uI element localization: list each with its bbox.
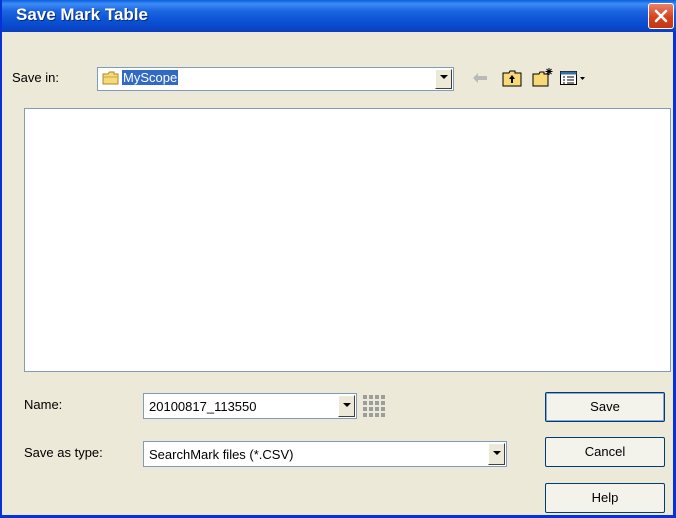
up-one-level-icon [502,70,522,87]
chevron-down-icon [343,403,351,407]
name-field-value: 20100817_113550 [149,399,257,414]
save-in-label: Save in: [12,70,59,85]
folder-icon [102,71,119,85]
dialog-title: Save Mark Table [16,5,148,24]
cancel-button[interactable]: Cancel [545,437,665,467]
keypad-grid-icon [361,393,388,420]
back-arrow-icon [473,73,487,83]
new-folder-icon [532,68,553,87]
save-as-type-dropdown-arrow[interactable] [488,443,505,465]
back-button[interactable] [472,72,488,87]
save-as-type-label: Save as type: [24,445,103,460]
save-as-type-value: SearchMark files (*.CSV) [149,447,294,462]
name-label: Name: [24,397,63,412]
chevron-down-icon [440,75,448,79]
keypad-button[interactable] [361,393,388,423]
save-in-dropdown[interactable]: MyScope [97,67,454,91]
save-in-value: MyScope [122,70,179,85]
chevron-down-icon [493,451,501,455]
file-list[interactable] [24,108,671,372]
up-one-level-button[interactable] [502,70,522,90]
help-button[interactable]: Help [545,483,665,513]
close-button[interactable] [648,3,674,29]
name-dropdown-arrow[interactable] [338,395,355,417]
close-icon [654,9,668,23]
save-as-type-dropdown[interactable]: SearchMark files (*.CSV) [143,441,507,467]
save-button[interactable]: Save [545,392,665,422]
title-bar[interactable]: Save Mark Table [2,0,676,32]
name-field[interactable]: 20100817_113550 [143,393,357,419]
view-menu-icon [560,71,585,85]
save-dialog: Save Mark Table Save in: MyScope Name: 2… [0,0,676,518]
new-folder-button[interactable] [532,67,554,90]
view-menu-button[interactable] [560,71,586,89]
save-in-dropdown-arrow[interactable] [435,69,452,89]
